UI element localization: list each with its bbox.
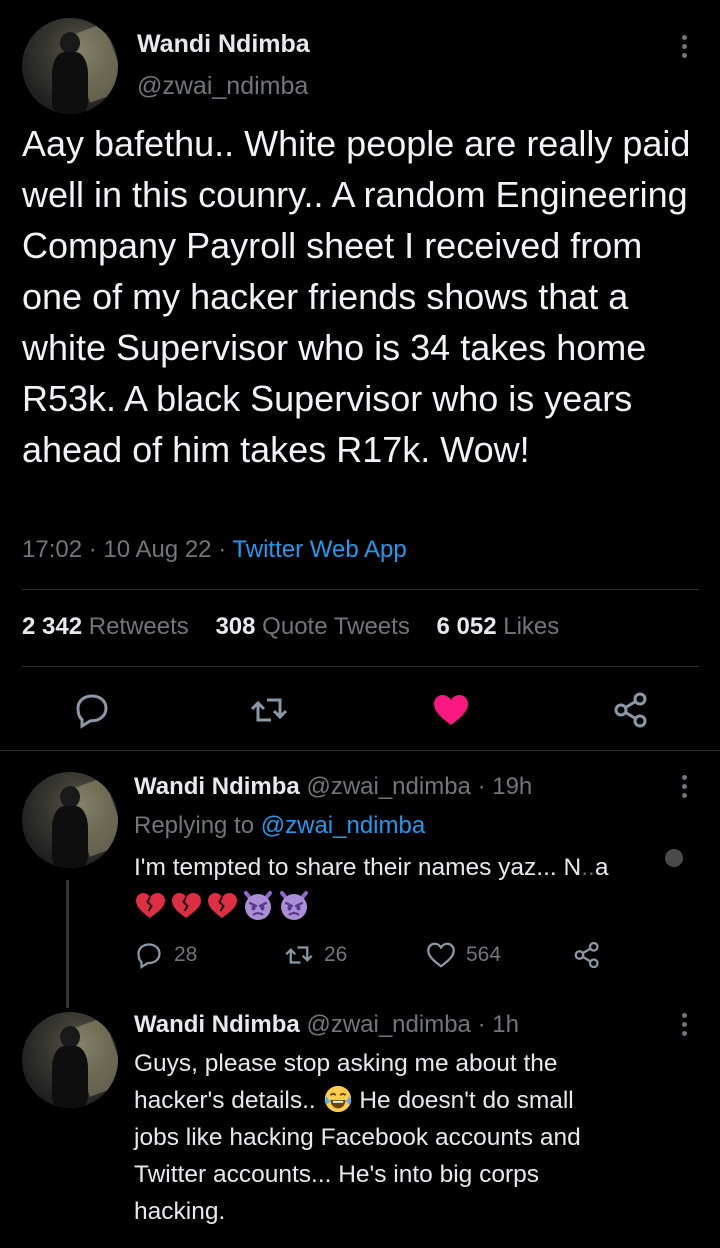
tweet-stats: 2 342 Retweets 308 Quote Tweets 6 052 Li… <box>22 613 579 641</box>
like-button[interactable]: 564 <box>426 940 501 970</box>
meta-separator: · <box>88 536 97 563</box>
retweet-count: 26 <box>324 942 348 966</box>
more-options-icon[interactable] <box>682 1013 688 1040</box>
tweet-date[interactable]: 10 Aug 22 <box>103 536 211 563</box>
likes-label[interactable]: Likes <box>503 613 559 640</box>
divider <box>22 666 699 667</box>
share-button[interactable] <box>572 940 602 970</box>
broken-heart-icon <box>208 893 237 918</box>
reply-line: Twitter accounts... He's into big corps <box>134 1161 540 1188</box>
replying-to-label: Replying to <box>134 812 255 839</box>
reply-line: hacker's details.. <box>134 1087 316 1114</box>
retweets-label[interactable]: Retweets <box>89 613 189 640</box>
quotes-label[interactable]: Quote Tweets <box>262 613 410 640</box>
tweet-text: Aay bafethu.. White people are really pa… <box>22 123 691 470</box>
reply-age[interactable]: · 1h <box>478 1011 519 1038</box>
reply-header: Wandi Ndimba @zwai_ndimba · 19h <box>134 773 532 801</box>
share-icon <box>574 941 599 969</box>
cursor-dot-icon <box>665 849 683 867</box>
share-icon[interactable] <box>611 690 651 730</box>
reply-age[interactable]: · 19h <box>478 773 533 800</box>
reply-text: I'm tempted to share their names yaz... … <box>134 854 609 881</box>
reply-header: Wandi Ndimba @zwai_ndimba · 1h <box>134 1011 519 1039</box>
like-count: 564 <box>466 942 502 966</box>
heart-icon[interactable] <box>431 690 471 730</box>
reply-icon[interactable] <box>72 690 112 730</box>
broken-heart-icon <box>172 893 201 918</box>
reply-author-handle[interactable]: @zwai_ndimba <box>306 1011 470 1038</box>
thread-line <box>66 880 69 1008</box>
retweet-icon[interactable] <box>249 690 289 730</box>
reply-text-main: I'm tempted to share their names yaz... … <box>134 854 582 881</box>
reply-avatar[interactable] <box>22 1012 118 1108</box>
angry-devil-icon <box>244 891 272 920</box>
reply-icon <box>137 943 161 970</box>
main-author-handle[interactable]: @zwai_ndimba <box>137 72 308 101</box>
angry-devil-icon <box>280 891 308 920</box>
reply-line: He doesn't do small <box>359 1087 574 1114</box>
tears-of-joy-icon <box>324 1085 351 1113</box>
more-options-icon[interactable] <box>682 775 688 802</box>
tweet-source[interactable]: Twitter Web App <box>232 536 406 563</box>
divider <box>22 589 699 590</box>
replying-to: Replying to @zwai_ndimba <box>134 812 425 840</box>
reply-author-name[interactable]: Wandi Ndimba <box>134 1011 300 1038</box>
reply-line: jobs like hacking Facebook accounts and <box>134 1124 581 1151</box>
reply-author-name[interactable]: Wandi Ndimba <box>134 773 300 800</box>
reply-text: Guys, please stop asking me about the ha… <box>134 1045 704 1230</box>
main-avatar[interactable] <box>22 18 118 114</box>
likes-count[interactable]: 6 052 <box>437 613 497 640</box>
reply-text-tail: a <box>594 854 609 881</box>
quotes-count[interactable]: 308 <box>215 613 255 640</box>
broken-heart-icon <box>136 893 165 918</box>
retweet-icon <box>285 946 313 964</box>
retweets-count[interactable]: 2 342 <box>22 613 82 640</box>
meta-separator: · <box>218 536 227 563</box>
reply-line: hacking. <box>134 1198 226 1225</box>
more-options-icon[interactable] <box>682 35 688 62</box>
tweet-meta: 17:02 · 10 Aug 22 · Twitter Web App <box>22 536 407 564</box>
tweet-time[interactable]: 17:02 <box>22 536 82 563</box>
reply-avatar[interactable] <box>22 772 118 868</box>
retweet-button[interactable]: 26 <box>284 940 347 970</box>
replying-to-handle[interactable]: @zwai_ndimba <box>261 812 425 839</box>
reply-line: Guys, please stop asking me about the <box>134 1050 558 1077</box>
main-author-name[interactable]: Wandi Ndimba <box>137 30 310 59</box>
reply-count: 28 <box>174 942 198 966</box>
reply-actions: 28 26 564 <box>134 940 604 972</box>
reply-button[interactable]: 28 <box>134 940 197 970</box>
heart-outline-icon <box>427 942 455 968</box>
section-divider <box>0 750 720 751</box>
reply-author-handle[interactable]: @zwai_ndimba <box>306 773 470 800</box>
